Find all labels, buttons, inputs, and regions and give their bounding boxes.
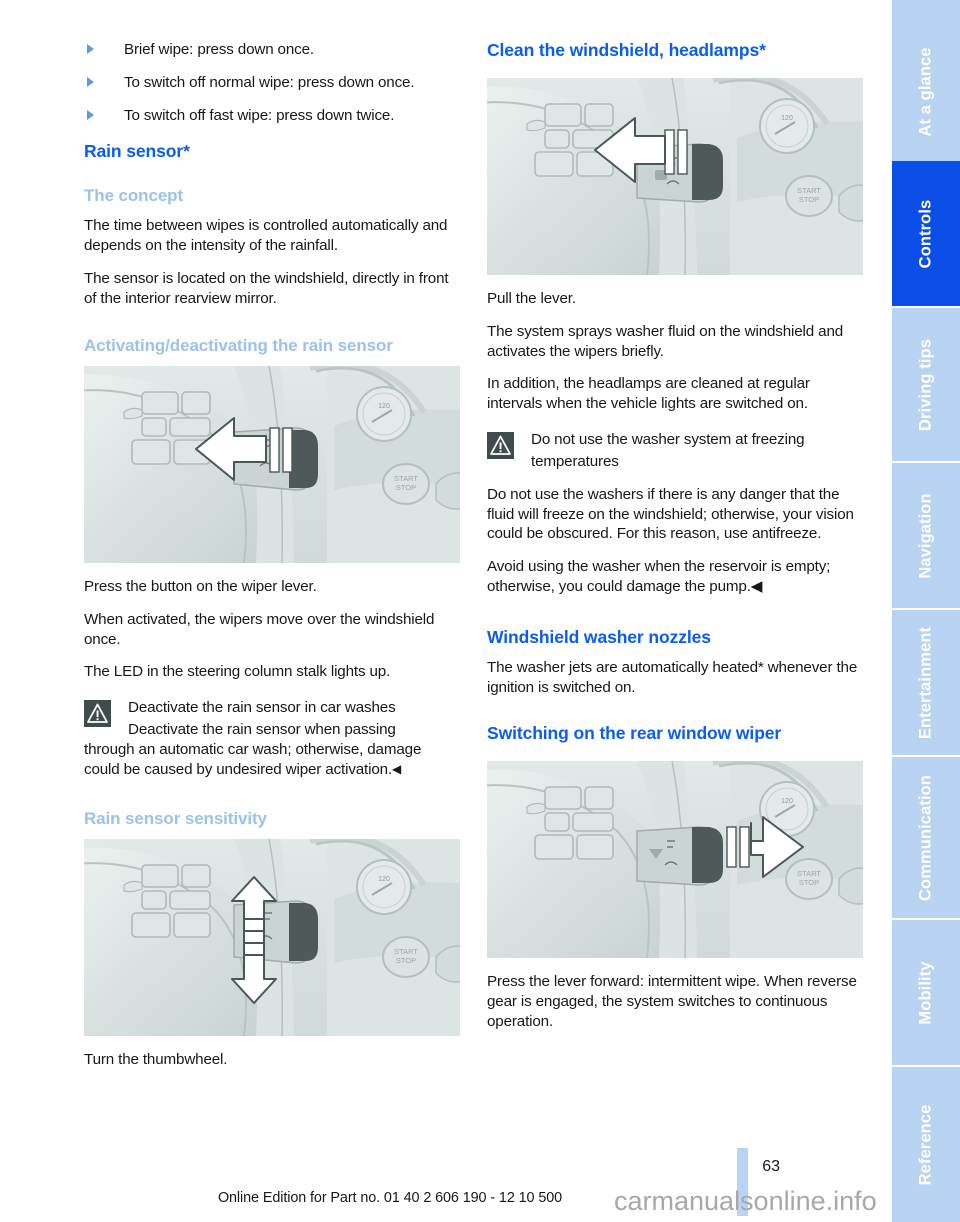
sidebar-tab-label: Mobility bbox=[916, 960, 935, 1025]
svg-text:120: 120 bbox=[378, 876, 390, 883]
sidebar-tab-label: Entertainment bbox=[916, 626, 935, 739]
clean-paragraph-1: Pull the lever. bbox=[487, 289, 576, 307]
concept-paragraph-1: The time between wipes is controlled aut… bbox=[84, 217, 448, 255]
svg-text:120: 120 bbox=[781, 115, 793, 122]
sidebar-tab-at-a-glance[interactable]: At a glance bbox=[892, 0, 960, 183]
manual-page: Brief wipe: press down once. To switch o… bbox=[0, 0, 960, 1222]
clean-paragraph-2: The system sprays washer fluid on the wi… bbox=[487, 322, 844, 360]
figure-clean-windshield: 120 START STOP bbox=[487, 77, 863, 275]
wiper-bullet-list: Brief wipe: press down once. To switch o… bbox=[84, 40, 460, 125]
figure-activate-rain-sensor: 120 START STOP bbox=[84, 365, 460, 563]
warning-title-line-2: temperatures bbox=[531, 452, 619, 470]
warning-block-car-wash: Deactivate the rain sensor in car washes… bbox=[84, 698, 460, 779]
warning-block-freezing: Do not use the washer system at freezing… bbox=[487, 430, 863, 472]
freezing-paragraph-1: Do not use the washers if there is any d… bbox=[487, 485, 854, 543]
sidebar-tab-communication[interactable]: Communication bbox=[892, 757, 960, 918]
heading-rain-sensor: Rain sensor* bbox=[84, 141, 190, 162]
warning-title: Deactivate the rain sensor in car washes bbox=[128, 699, 396, 717]
list-item: To switch off normal wipe: press down on… bbox=[84, 73, 460, 93]
warning-triangle-icon bbox=[84, 700, 111, 728]
figure-rain-sensor-sensitivity: 120 START STOP bbox=[84, 838, 460, 1036]
list-item-label: Brief wipe: press down once. bbox=[124, 41, 314, 58]
triangle-bullet-icon bbox=[87, 109, 94, 120]
sidebar-tab-driving-tips[interactable]: Driving tips bbox=[892, 308, 960, 461]
sidebar-tab-label: Communication bbox=[916, 774, 935, 901]
triangle-bullet-icon bbox=[87, 76, 94, 87]
svg-text:START: START bbox=[797, 869, 821, 878]
watermark-text: carmanualsonline.info bbox=[614, 1186, 877, 1216]
left-column: Brief wipe: press down once. To switch o… bbox=[84, 40, 460, 1070]
page-number: 63 bbox=[762, 1158, 780, 1175]
sidebar-tab-mobility[interactable]: Mobility bbox=[892, 920, 960, 1065]
freezing-paragraph-2-text: Avoid using the washer when the reservoi… bbox=[487, 558, 831, 595]
subheading-activating-deactivating: Activating/deactivating the rain sensor bbox=[84, 335, 393, 355]
sidebar-tab-entertainment[interactable]: Entertainment bbox=[892, 610, 960, 755]
heading-washer-nozzles: Windshield washer nozzles bbox=[487, 626, 711, 647]
activating-paragraph-1: Press the button on the wiper lever. bbox=[84, 577, 317, 595]
list-item: Brief wipe: press down once. bbox=[84, 40, 460, 60]
list-item: To switch off fast wipe: press down twic… bbox=[84, 106, 460, 126]
svg-text:STOP: STOP bbox=[799, 195, 819, 204]
warning-title-line-1: Do not use the washer system at freezing bbox=[531, 431, 805, 449]
sidebar-tab-navigation[interactable]: Navigation bbox=[892, 463, 960, 608]
sidebar-tab-label: Reference bbox=[916, 1104, 935, 1185]
figure-rear-window-wiper: 120 START STOP bbox=[487, 761, 863, 959]
clean-paragraph-3: In addition, the headlamps are cleaned a… bbox=[487, 375, 810, 413]
right-column: Clean the windshield, headlamps* 120 STA… bbox=[487, 40, 863, 1032]
svg-text:STOP: STOP bbox=[799, 878, 819, 887]
svg-text:120: 120 bbox=[781, 798, 793, 805]
sensitivity-paragraph-1: Turn the thumbwheel. bbox=[84, 1050, 228, 1068]
sidebar-tab-controls[interactable]: Controls bbox=[892, 161, 960, 306]
activating-paragraph-3: The LED in the steering column stalk lig… bbox=[84, 663, 391, 681]
svg-text:START: START bbox=[394, 947, 418, 956]
sidebar-tab-reference[interactable]: Reference bbox=[892, 1067, 960, 1222]
rear-wiper-paragraph-1: Press the lever forward: intermittent wi… bbox=[487, 973, 857, 1030]
sidebar-tab-label: At a glance bbox=[916, 46, 935, 137]
freezing-paragraph-2: Avoid using the washer when the reservoi… bbox=[487, 557, 863, 597]
heading-clean-windshield: Clean the windshield, headlamps* bbox=[487, 40, 766, 60]
warning-body-first-line: Deactivate the rain sensor when passing bbox=[128, 721, 396, 739]
svg-text:STOP: STOP bbox=[396, 956, 416, 965]
concept-paragraph-2: The sensor is located on the windshield,… bbox=[84, 270, 449, 307]
section-tabs-sidebar: At a glance Controls Driving tips Naviga… bbox=[892, 0, 960, 1222]
svg-text:120: 120 bbox=[378, 403, 390, 410]
end-marker-icon: ◀ bbox=[750, 577, 763, 595]
activating-paragraph-2: When activated, the wipers move over the… bbox=[84, 610, 435, 648]
nozzles-paragraph-1: The washer jets are automatically heated… bbox=[487, 658, 858, 696]
warning-body-text: through an automatic car wash; otherwise… bbox=[84, 740, 422, 778]
svg-text:START: START bbox=[797, 186, 821, 195]
end-marker-icon: ◀ bbox=[392, 761, 402, 776]
sidebar-tab-label: Controls bbox=[916, 199, 935, 268]
list-item-label: To switch off fast wipe: press down twic… bbox=[124, 106, 395, 124]
svg-text:STOP: STOP bbox=[396, 483, 416, 492]
subheading-the-concept: The concept bbox=[84, 186, 184, 206]
list-item-label: To switch off normal wipe: press down on… bbox=[124, 73, 415, 91]
warning-body: through an automatic car wash; otherwise… bbox=[84, 740, 460, 780]
heading-rear-window-wiper: Switching on the rear window wiper bbox=[487, 723, 782, 744]
sidebar-tab-label: Navigation bbox=[916, 492, 935, 579]
warning-triangle-icon bbox=[487, 432, 514, 460]
sidebar-tab-label: Driving tips bbox=[916, 338, 935, 431]
triangle-bullet-icon bbox=[87, 44, 94, 54]
subheading-rain-sensor-sensitivity: Rain sensor sensitivity bbox=[84, 808, 267, 828]
svg-text:START: START bbox=[394, 474, 418, 483]
